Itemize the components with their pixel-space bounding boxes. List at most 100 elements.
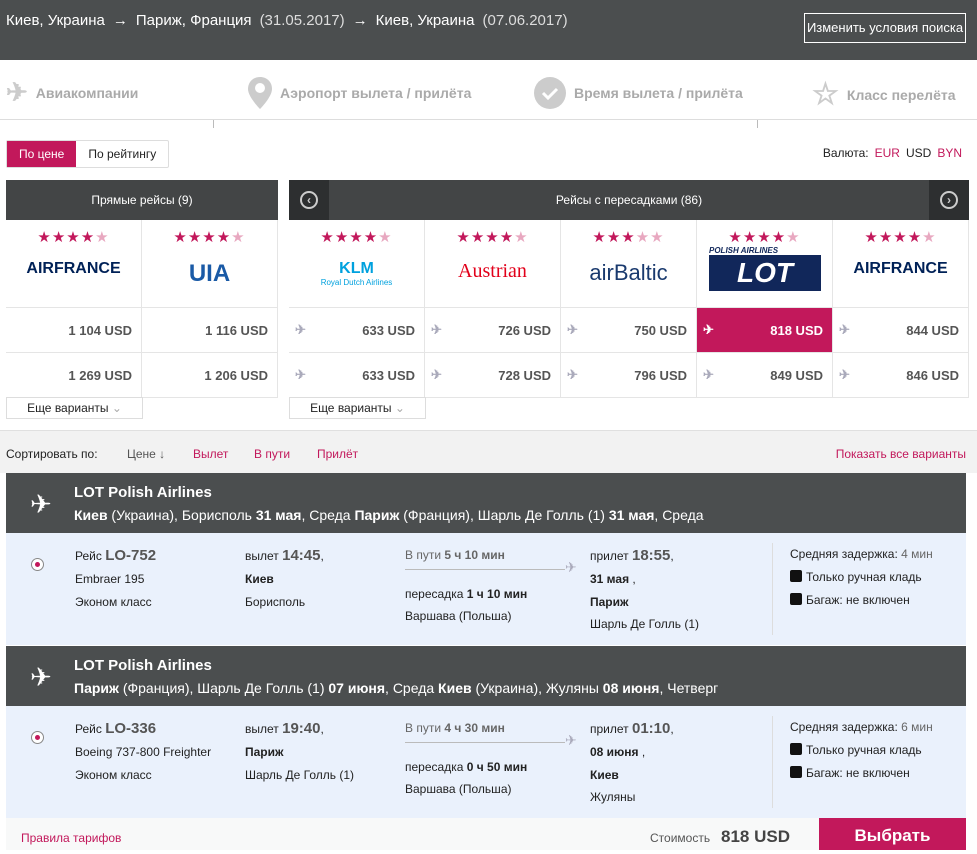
transfer-time: 1 ч 10 мин [466,587,528,601]
direct-flights-table: Прямые рейсы (9) ★★★★★ AIRFRANCE 1 104 USD… [6,180,278,398]
sort-duration[interactable]: В пути [254,447,290,461]
arr-time: 01:10 [631,720,671,737]
arr-date: 31 мая [590,572,630,586]
next-button[interactable]: › [929,180,969,220]
price-cell[interactable]: ✈ 750 USD [561,308,696,353]
route-part: , Среда [654,507,704,523]
fare-rules-link[interactable]: Правила тарифов [21,831,121,845]
plane-icon: ✈ [565,559,577,575]
divider [772,543,773,635]
price-cell[interactable]: ✈ 818 USD [697,308,832,353]
delay: 4 мин [901,547,933,561]
baggage-icon [790,593,802,605]
route-part: , Четверг [659,680,719,696]
currency-usd[interactable]: USD [906,146,931,160]
arr-airport: Жуляны [590,790,636,804]
plane-icon: ✈ [567,367,578,382]
more-connecting-button[interactable]: Еще варианты ⌄ [289,397,426,419]
price: 818 USD [770,322,823,338]
plane-icon: ✈ [839,367,850,382]
dep-city: Париж [245,745,284,759]
airline-column[interactable]: ★★★★★ airBaltic ✈ 750 USD ✈ 796 USD [561,220,697,398]
transfer-city: Варшава (Польша) [405,782,512,796]
airline-name: LOT [709,255,821,291]
route-part: (Украина), Жуляны [471,680,603,696]
flight-label: Рейс [75,549,106,563]
price-cell[interactable]: ✈ 796 USD [561,353,696,398]
delay-label: Средняя задержка: [790,720,902,734]
airline-column[interactable]: ★★★★★ UIA 1 116 USD 1 206 USD [142,220,278,398]
transfer-label: пересадка [405,760,467,774]
price-cell[interactable]: ✈ 728 USD [425,353,560,398]
currency-selector: Валюта: EUR USD BYN [823,146,962,160]
price-cell[interactable]: ✈ 846 USD [833,353,968,398]
chevron-down-icon: ⌄ [111,401,122,415]
filter-class[interactable]: ☆ Класс перелёта [812,77,956,112]
select-button[interactable]: Выбрать [819,818,966,850]
destination: Париж, Франция [135,12,252,29]
airline-name: KLM [339,260,374,277]
price-cell[interactable]: 1 269 USD [6,353,141,398]
baggage: Багаж: не включен [806,593,910,607]
segment-radio[interactable] [31,731,44,744]
arrow-icon: → [112,12,128,29]
price-cell[interactable]: ✈ 633 USD [289,308,424,353]
filter-time[interactable]: Время вылета / прилёта [534,77,743,109]
more-direct-button[interactable]: Еще варианты ⌄ [6,397,143,419]
segment-radio[interactable] [31,558,44,571]
pin-icon [248,77,272,109]
plane-icon: ✈ [295,322,306,337]
segment-body: Рейс LO-752 Embraer 195 Эконом класс выл… [6,533,966,645]
cost-label: Стоимость [650,831,711,845]
airline-logo: ★★★★★ Austrian [425,220,560,308]
price-cell[interactable]: ✈ 633 USD [289,353,424,398]
rating-stars: ★★★★★ [728,229,801,246]
airline-column[interactable]: ★★★★★ AIRFRANCE 1 104 USD 1 269 USD [6,220,142,398]
route-part: Париж [74,680,119,696]
show-all-link[interactable]: Показать все варианты [836,447,966,461]
price-cell[interactable]: 1 104 USD [6,308,141,353]
price-cell[interactable]: ✈ 849 USD [697,353,832,398]
filter-airport[interactable]: Аэропорт вылета / прилёта [248,77,471,109]
route-part: Киев [438,680,472,696]
price: 844 USD [906,322,959,338]
plane-icon: ✈ [30,662,52,692]
arr-city: Киев [590,768,619,782]
airline-name: AIRFRANCE [853,260,948,277]
airline-column[interactable]: ★★★★★ POLISH AIRLINES LOT ✈ 818 USD ✈ 849 USD [697,220,833,398]
route-part: Париж [354,507,400,523]
hand-luggage: Только ручная кладь [806,570,922,584]
sort-price[interactable]: Цене ↓ [127,447,165,461]
sort-arrival[interactable]: Прилёт [317,447,358,461]
route-line [405,742,565,743]
airline-column[interactable]: ★★★★★ Austrian ✈ 726 USD ✈ 728 USD [425,220,561,398]
price: 633 USD [362,367,415,383]
plane-icon: ✈ [839,322,850,337]
price-cell[interactable]: ✈ 844 USD [833,308,968,353]
price: 846 USD [906,367,959,383]
filter-airlines[interactable]: ✈ Авиакомпании [6,77,138,108]
sort-by-rating-button[interactable]: По рейтингу [76,141,168,167]
aircraft: Embraer 195 [75,572,145,586]
cabin-class: Эконом класс [75,595,152,609]
segment-route: Киев (Украина), Борисполь 31 мая, Среда … [74,507,704,523]
sort-by-price-button[interactable]: По цене [7,141,77,167]
currency-eur[interactable]: EUR [875,146,900,160]
baggage-icon [790,766,802,778]
price-cell[interactable]: 1 116 USD [142,308,277,353]
airline-column[interactable]: ★★★★★ KLM Royal Dutch Airlines ✈ 633 USD ✈ 633… [289,220,425,398]
route-part: 31 мая [608,507,655,523]
flight-label: Рейс [75,722,106,736]
currency-byn[interactable]: BYN [937,146,962,160]
more-label: Еще варианты [310,401,392,415]
prev-button[interactable]: ‹ [289,180,329,220]
price-cell[interactable]: ✈ 726 USD [425,308,560,353]
route-part: (Франция), Шарль Де Голль (1) [118,680,329,696]
rating-stars: ★★★★★ [37,229,110,246]
price-cell[interactable]: 1 206 USD [142,353,277,398]
route-part: (Франция), Шарль Де Голль (1) [399,507,609,523]
dep-time: 14:45 [282,547,321,564]
airline-column[interactable]: ★★★★★ AIRFRANCE ✈ 844 USD ✈ 846 USD [833,220,969,398]
change-search-button[interactable]: Изменить условия поиска [804,13,966,43]
sort-departure[interactable]: Вылет [193,447,228,461]
